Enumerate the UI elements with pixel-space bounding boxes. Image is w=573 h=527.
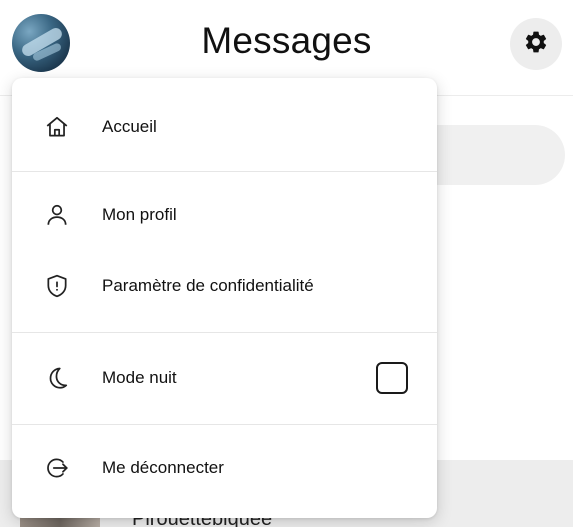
menu-item-logout[interactable]: Me déconnecter	[12, 438, 437, 498]
menu-item-privacy[interactable]: Paramètre de confidentialité	[12, 256, 437, 316]
night-mode-checkbox[interactable]	[376, 362, 408, 394]
menu-divider	[12, 171, 437, 172]
menu-item-night-mode[interactable]: Mode nuit	[12, 348, 437, 408]
menu-item-label: Paramètre de confidentialité	[102, 276, 314, 295]
menu-item-label: Accueil	[102, 117, 157, 136]
page-title: Messages	[201, 20, 372, 61]
moon-icon	[42, 363, 72, 393]
menu-divider	[12, 332, 437, 333]
user-avatar[interactable]	[12, 14, 70, 72]
menu-item-profile[interactable]: Mon profil	[12, 185, 437, 245]
logout-icon	[42, 453, 72, 483]
home-icon	[42, 112, 72, 142]
menu-item-label: Me déconnecter	[102, 458, 224, 477]
menu-item-label: Mode nuit	[102, 368, 177, 387]
settings-button[interactable]	[510, 18, 562, 70]
menu-divider	[12, 424, 437, 425]
shield-icon	[42, 271, 72, 301]
menu-item-home[interactable]: Accueil	[12, 97, 437, 157]
user-icon	[42, 200, 72, 230]
gear-icon	[523, 29, 549, 60]
menu-item-label: Mon profil	[102, 205, 177, 224]
profile-menu: Accueil Mon profil Paramètre de confiden…	[12, 78, 437, 518]
